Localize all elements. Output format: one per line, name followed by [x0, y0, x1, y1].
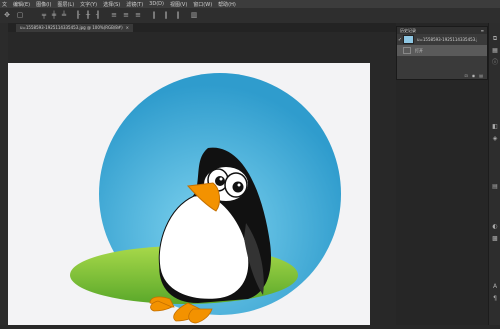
align-right-icon[interactable]: ╢ [94, 11, 102, 19]
menu-layer[interactable]: 图层(L) [57, 1, 74, 8]
distribute-icon[interactable]: ≡ [110, 11, 118, 19]
panel-icon-column: ⧉ ▦ ⓘ ◧ ◈ ▤ ◐ ▩ A ¶ [488, 23, 500, 325]
document-tab[interactable]: u=1558593-1925114335453.jpg @ 100%(RGB/8… [16, 24, 134, 32]
history-step-label: 打开 [415, 47, 423, 53]
close-tab-icon[interactable]: × [126, 25, 129, 30]
document-tab-bar: u=1558593-1925114335453.jpg @ 100%(RGB/8… [8, 23, 396, 32]
paragraph-icon[interactable]: ¶ [491, 295, 499, 303]
info-icon[interactable]: ⓘ [491, 59, 499, 67]
menu-select[interactable]: 选择(S) [103, 1, 120, 8]
properties-icon[interactable]: ▦ [491, 47, 499, 55]
document-tab-title: u=1558593-1925114335453.jpg @ 100%(RGB/8… [20, 25, 123, 30]
adjustments-icon[interactable]: ◐ [491, 223, 499, 231]
history-panel: 历史记录 ≡ ✓ u=1558593-1925114335453.jpg 打开 … [396, 26, 488, 80]
align-center-icon[interactable]: ╫ [84, 11, 92, 19]
history-snapshot[interactable]: ✓ u=1558593-1925114335453.jpg [397, 34, 487, 45]
character-icon[interactable]: A [491, 283, 499, 291]
history-icon[interactable]: ⧉ [491, 35, 499, 43]
align-bottom-icon[interactable]: ╧ [60, 11, 68, 19]
distribute-icon[interactable]: ≡ [134, 11, 142, 19]
distribute-h-icon[interactable]: ‖ [162, 11, 170, 19]
history-panel-title[interactable]: 历史记录 [400, 27, 416, 34]
styles-icon[interactable]: ▩ [491, 235, 499, 243]
align-top-icon[interactable]: ╤ [40, 11, 48, 19]
distribute-icon[interactable]: ≡ [122, 11, 130, 19]
menu-file[interactable]: 文 [2, 1, 7, 8]
trash-icon[interactable]: ▤ [479, 73, 483, 78]
open-step-icon [403, 47, 411, 54]
menu-image[interactable]: 图像(I) [36, 1, 51, 8]
menu-3d[interactable]: 3D(D) [149, 1, 164, 7]
layers-icon[interactable]: ◧ [491, 123, 499, 131]
menu-bar: 文 编辑(E) 图像(I) 图层(L) 文字(Y) 选择(S) 滤镜(T) 3D… [0, 0, 500, 8]
menu-help[interactable]: 帮助(H) [218, 1, 236, 8]
auto-align-icon[interactable]: ▥ [190, 11, 198, 19]
penguin-image [70, 73, 341, 324]
menu-view[interactable]: 视图(V) [170, 1, 187, 8]
canvas-area[interactable] [8, 32, 392, 325]
snapshot-label: u=1558593-1925114335453.jpg [417, 37, 477, 42]
checkbox-icon[interactable]: ▢ [16, 11, 24, 19]
options-bar: ✥ ▢ ╤ ╪ ╧ ╟ ╫ ╢ ≡ ≡ ≡ ‖ ‖ ‖ ▥ [0, 8, 500, 24]
paths-icon[interactable]: ▤ [491, 183, 499, 191]
align-middle-icon[interactable]: ╪ [50, 11, 58, 19]
document-canvas[interactable] [8, 63, 370, 325]
move-tool-icon[interactable]: ✥ [3, 11, 11, 19]
menu-window[interactable]: 窗口(W) [193, 1, 212, 8]
camera-icon[interactable]: ◉ [472, 73, 476, 78]
left-eye-icon [215, 176, 225, 186]
history-step[interactable]: 打开 [397, 45, 487, 56]
align-left-icon[interactable]: ╟ [74, 11, 82, 19]
menu-type[interactable]: 文字(Y) [80, 1, 97, 8]
panel-menu-icon[interactable]: ≡ [481, 27, 484, 34]
history-panel-footer: ⊡ ◉ ▤ [397, 72, 487, 79]
channels-icon[interactable]: ◈ [491, 135, 499, 143]
distribute-h-icon[interactable]: ‖ [150, 11, 158, 19]
menu-filter[interactable]: 滤镜(T) [126, 1, 143, 8]
history-panel-header: 历史记录 ≡ [397, 27, 487, 34]
distribute-h-icon[interactable]: ‖ [174, 11, 182, 19]
right-eye-icon [232, 181, 244, 193]
new-document-icon[interactable]: ⊡ [464, 73, 467, 78]
menu-edit[interactable]: 编辑(E) [13, 1, 30, 8]
snapshot-thumbnail [403, 35, 414, 44]
